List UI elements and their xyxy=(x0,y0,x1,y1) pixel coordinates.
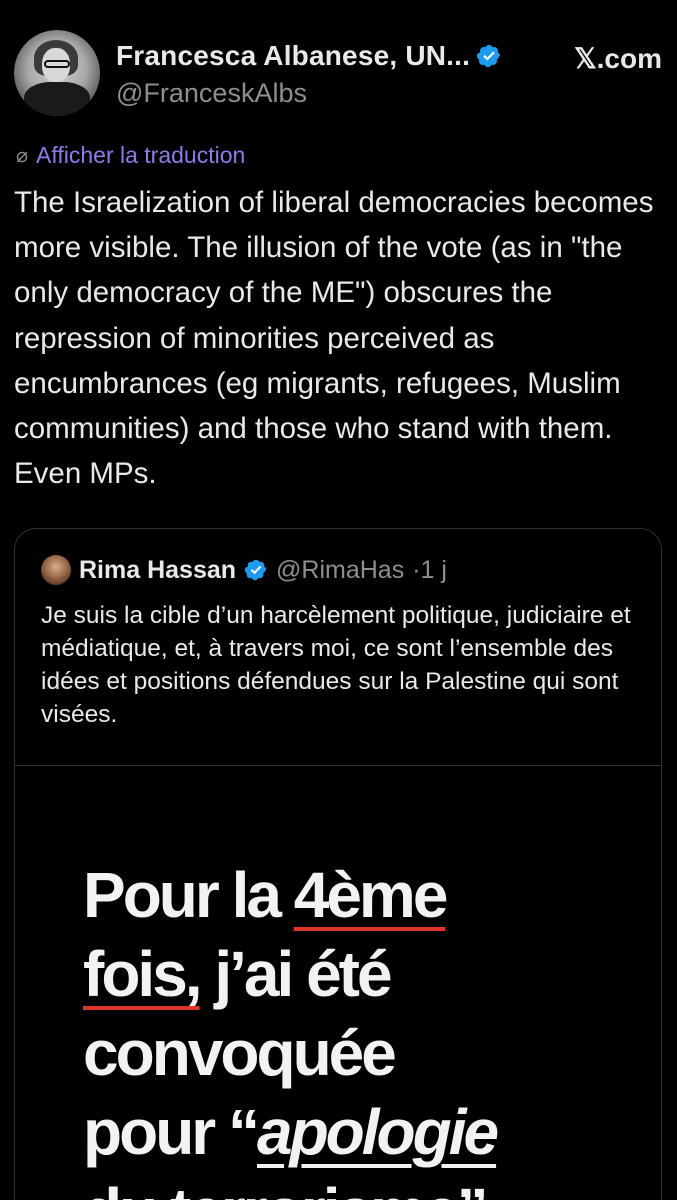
tweet-text: The Israelization of liberal democracies… xyxy=(14,186,654,491)
poster-underlined-text: fois, xyxy=(83,938,203,1010)
author-handle[interactable]: @FranceskAlbs xyxy=(116,78,307,109)
quoted-tweet-header: Rima Hassan @RimaHas ·1 j xyxy=(41,555,447,585)
verified-badge-icon xyxy=(244,559,267,581)
poster-text-segment: pour “ xyxy=(83,1096,260,1168)
tweet-header: Francesca Albanese, UN... @FranceskAlbs … xyxy=(14,26,664,116)
quoted-author-avatar[interactable] xyxy=(41,555,71,585)
poster-underlined-text: apologie xyxy=(256,1096,499,1168)
quoted-tweet-text: Je suis la cible d’un harcèlement politi… xyxy=(41,602,631,728)
quoted-tweet-card[interactable]: Rima Hassan @RimaHas ·1 j Je suis la cib… xyxy=(14,528,662,1200)
poster-underlined-text: 4ème xyxy=(293,859,449,931)
poster-text-segment: Pour la xyxy=(83,859,294,931)
quoted-author-handle[interactable]: @RimaHas xyxy=(276,556,404,585)
poster-text-segment: j’ai été xyxy=(199,938,392,1010)
quoted-tweet-time[interactable]: ·1 j xyxy=(412,556,447,585)
author-display-name[interactable]: Francesca Albanese, UN... xyxy=(116,40,470,72)
poster-line-1: Pour la 4ème xyxy=(83,856,643,935)
poster-line-3: convoquée xyxy=(83,1017,397,1089)
poster-line-2: fois, j’ai été xyxy=(83,935,643,1014)
poster-line-5: du terrorisme” xyxy=(83,1172,643,1200)
translate-label[interactable]: Afficher la traduction xyxy=(36,142,245,169)
poster-text: Pour la 4ème fois, j’ai été convoquée po… xyxy=(83,856,643,1200)
author-name-row[interactable]: Francesca Albanese, UN... xyxy=(116,40,502,72)
poster-line-4: pour “apologie xyxy=(83,1093,643,1172)
quoted-author-name[interactable]: Rima Hassan xyxy=(79,556,236,585)
verified-badge-icon xyxy=(476,44,501,68)
quoted-tweet-media[interactable]: Pour la 4ème fois, j’ai été convoquée po… xyxy=(15,765,661,1200)
avatar-glasses xyxy=(44,60,70,68)
globe-icon: ⌀ xyxy=(16,145,29,167)
translate-link[interactable]: ⌀ Afficher la traduction xyxy=(16,142,245,169)
author-avatar[interactable] xyxy=(14,30,100,116)
avatar-body xyxy=(24,82,90,116)
site-label: 𝕏.com xyxy=(574,43,662,74)
